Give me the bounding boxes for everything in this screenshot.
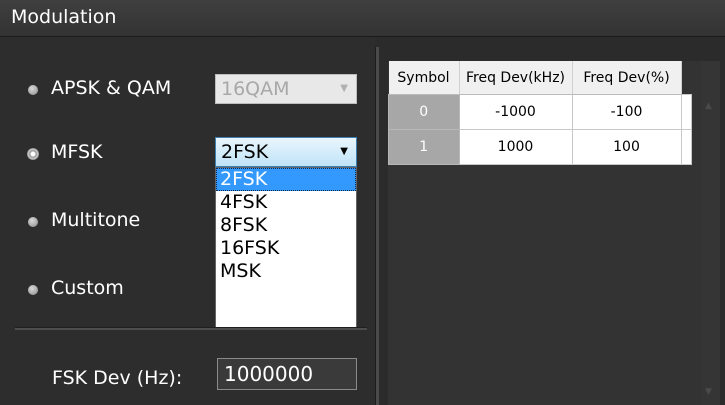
col-header-freq-dev-pct[interactable]: Freq Dev(%): [572, 61, 682, 95]
freq-dev-pct-cell[interactable]: 100: [571, 129, 682, 165]
radio-label[interactable]: Custom: [51, 277, 124, 299]
radio-button-icon[interactable]: [28, 217, 38, 227]
radio-button-checked-icon[interactable]: [27, 148, 39, 160]
symbol-freq-table: Symbol Freq Dev(kHz) Freq Dev(%) 0 -1000…: [388, 61, 692, 165]
panel-splitter[interactable]: [375, 47, 379, 405]
dropdown-option[interactable]: 8FSK: [216, 214, 356, 237]
fsk-dev-input[interactable]: 1000000: [217, 358, 357, 390]
radio-label[interactable]: MFSK: [51, 141, 103, 163]
col-header-freq-dev-khz[interactable]: Freq Dev(kHz): [459, 61, 573, 95]
freq-dev-khz-cell[interactable]: 1000: [458, 129, 573, 165]
dropdown-option[interactable]: 16FSK: [216, 237, 356, 260]
radio-label[interactable]: Multitone: [51, 209, 140, 231]
chevron-down-icon[interactable]: ▼: [340, 138, 348, 166]
scroll-down-icon[interactable]: ▼: [705, 387, 712, 397]
table-vertical-scrollbar[interactable]: ▲ ▼: [702, 61, 720, 405]
table-header-row: Symbol Freq Dev(kHz) Freq Dev(%): [388, 61, 692, 95]
dropdown-option[interactable]: MSK: [216, 260, 356, 283]
apsk-qam-select: 16QAM ▼: [215, 74, 357, 104]
panel-header: Modulation: [0, 0, 725, 37]
scroll-up-icon[interactable]: ▲: [705, 101, 712, 111]
row-symbol-cell[interactable]: 0: [388, 94, 460, 130]
section-divider: [15, 327, 367, 330]
table-row[interactable]: 0 -1000 -100: [388, 94, 692, 130]
chevron-down-icon: ▼: [340, 83, 348, 94]
dropdown-option[interactable]: 2FSK: [216, 168, 356, 191]
partial-cell[interactable]: [680, 129, 692, 165]
header-stub: [681, 61, 692, 95]
radio-button-icon[interactable]: [28, 85, 38, 95]
mfsk-dropdown-list[interactable]: 2FSK 4FSK 8FSK 16FSK MSK: [215, 167, 357, 329]
mfsk-select[interactable]: 2FSK ▼: [215, 137, 357, 167]
freq-dev-pct-cell[interactable]: -100: [571, 94, 682, 130]
radio-label[interactable]: APSK & QAM: [51, 77, 171, 99]
dropdown-option[interactable]: 4FSK: [216, 191, 356, 214]
radio-button-icon[interactable]: [28, 285, 38, 295]
partial-cell[interactable]: [680, 94, 692, 130]
col-header-symbol[interactable]: Symbol: [388, 61, 460, 95]
table-row[interactable]: 1 1000 100: [388, 129, 692, 165]
panel-title: Modulation: [11, 6, 117, 28]
apsk-qam-select-value: 16QAM: [221, 78, 290, 100]
fsk-dev-label: FSK Dev (Hz):: [52, 367, 183, 389]
row-symbol-cell[interactable]: 1: [388, 129, 460, 165]
mfsk-select-value: 2FSK: [221, 141, 269, 163]
freq-dev-khz-cell[interactable]: -1000: [458, 94, 573, 130]
